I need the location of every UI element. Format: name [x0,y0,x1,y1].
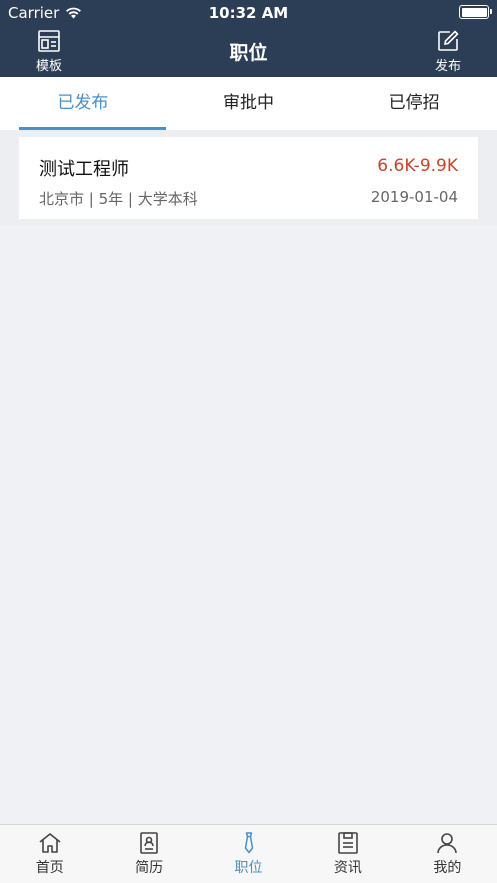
tabbar-item-resume[interactable]: 简历 [99,825,198,883]
tabbar-item-jobs[interactable]: 职位 [199,825,298,883]
status-bar: Carrier 10:32 AM [0,0,497,26]
tabbar-label: 资讯 [333,860,362,876]
bottom-tab-bar: 首页 简历 职位 资讯 我的 [0,824,497,883]
publish-label: 发布 [434,59,461,74]
tabbar-item-profile[interactable]: 我的 [398,825,497,883]
job-salary: 6.6K-9.9K [377,156,458,176]
app-header: Carrier 10:32 AM 模板 职位 发布 [0,0,497,77]
status-time: 10:32 AM [208,4,289,22]
tie-icon [244,832,253,854]
resume-icon [140,832,158,854]
job-title: 测试工程师 [39,159,129,180]
tabbar-label: 简历 [135,860,164,876]
tabbar-label: 我的 [433,860,462,876]
job-list: 测试工程师 6.6K-9.9K 北京市 | 5年 | 大学本科 2019-01-… [0,130,497,225]
tab-pending[interactable]: 审批中 [166,77,332,130]
tab-published[interactable]: 已发布 [0,77,166,130]
news-icon [338,832,358,854]
job-meta: 北京市 | 5年 | 大学本科 [39,190,198,208]
tabbar-item-news[interactable]: 资讯 [298,825,397,883]
publish-button[interactable]: 发布 [426,29,470,74]
page-title: 职位 [229,42,268,64]
job-card[interactable]: 测试工程师 6.6K-9.9K 北京市 | 5年 | 大学本科 2019-01-… [19,137,478,219]
job-date: 2019-01-04 [370,188,458,206]
home-icon [39,833,61,853]
battery-icon [459,5,492,19]
edit-icon [438,30,459,51]
user-icon [437,833,458,854]
status-tabs: 已发布 审批中 已停招 [0,77,497,130]
tabbar-label: 首页 [35,860,64,876]
tabbar-item-home[interactable]: 首页 [0,825,99,883]
tabbar-label: 职位 [234,860,263,876]
tab-stopped[interactable]: 已停招 [331,77,497,130]
